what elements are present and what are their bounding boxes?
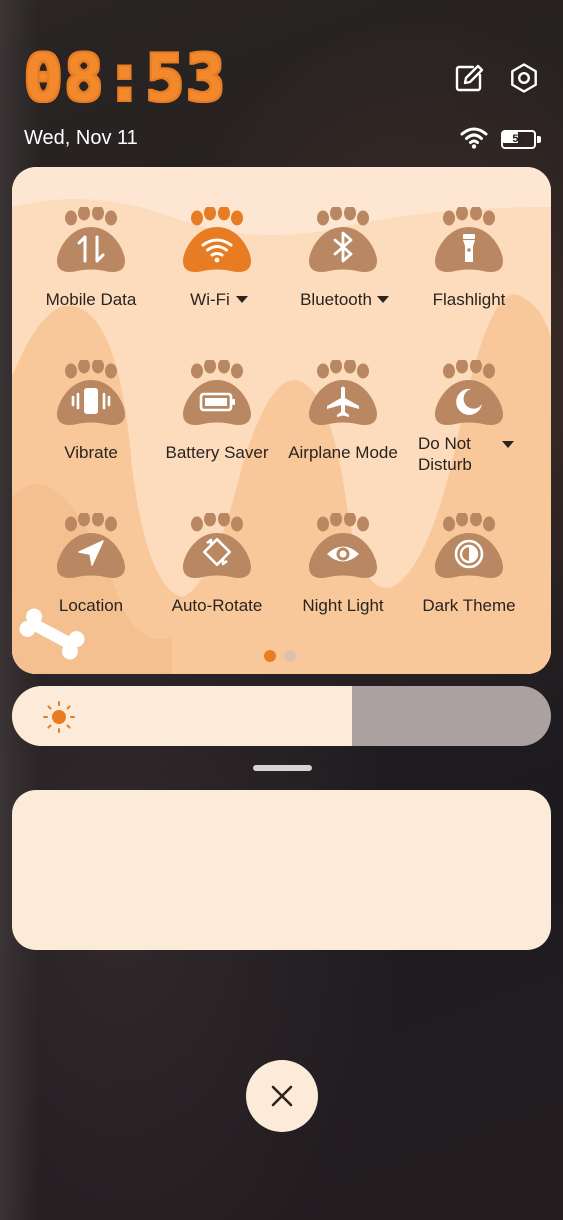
battery-cap	[537, 136, 541, 143]
night-light-paw[interactable]	[307, 513, 379, 581]
media-card	[12, 790, 551, 950]
battery-saver-paw[interactable]	[181, 360, 253, 428]
tile-flashlight[interactable]: Flashlight	[406, 172, 532, 312]
page-dot-active[interactable]	[264, 650, 276, 662]
auto-rotate-paw[interactable]	[181, 513, 253, 581]
bone-decoration	[19, 608, 85, 660]
edit-icon[interactable]	[453, 62, 485, 94]
tile-mobile-data[interactable]: Mobile Data	[28, 172, 154, 312]
tile-label: Night Light	[302, 596, 384, 615]
tile-night-light[interactable]: Night Light	[280, 478, 406, 618]
flashlight-paw[interactable]	[433, 207, 505, 275]
tile-label: Do Not Disturb	[418, 434, 472, 474]
bluetooth-paw[interactable]	[307, 207, 379, 275]
dark-theme-icon	[454, 539, 484, 569]
page-indicator	[258, 650, 302, 662]
date: Wed, Nov 11	[24, 127, 138, 149]
tile-label: Vibrate	[64, 443, 118, 462]
tile-auto-rotate[interactable]: Auto-Rotate	[154, 478, 280, 618]
wifi-paw[interactable]	[181, 207, 253, 275]
page-dot[interactable]	[284, 650, 296, 662]
tile-battery-saver[interactable]: Battery Saver	[154, 325, 280, 465]
location-paw[interactable]	[55, 513, 127, 581]
tile-location[interactable]: Location	[28, 478, 154, 618]
tile-airplane-mode[interactable]: Airplane Mode	[280, 325, 406, 465]
tile-wifi[interactable]: Wi-Fi	[154, 172, 280, 312]
tile-do-not-disturb[interactable]: Do Not Disturb	[406, 325, 532, 474]
dark-theme-paw[interactable]	[433, 513, 505, 581]
dnd-paw[interactable]	[433, 360, 505, 428]
mobile-data-paw[interactable]	[55, 207, 127, 275]
vibrate-paw[interactable]	[55, 360, 127, 428]
tile-label: Mobile Data	[45, 290, 137, 309]
tile-label: Wi-Fi	[190, 290, 230, 309]
sun-icon	[43, 701, 75, 733]
close-icon[interactable]	[270, 1084, 294, 1108]
tile-label: Battery Saver	[165, 443, 269, 462]
tile-bluetooth[interactable]: Bluetooth	[280, 172, 406, 312]
tile-vibrate[interactable]: Vibrate	[28, 325, 154, 465]
drag-handle[interactable]	[253, 765, 312, 771]
battery-level: 50	[512, 133, 525, 145]
settings-icon[interactable]	[508, 62, 540, 94]
wifi-dropdown-caret-icon[interactable]	[236, 296, 248, 303]
close-button[interactable]	[246, 1060, 318, 1132]
battery-indicator: 50	[501, 130, 541, 149]
quick-settings-panel: Mobile Data Wi-Fi Bluetooth Flashlight V…	[12, 167, 551, 674]
tile-dark-theme[interactable]: Dark Theme	[406, 478, 532, 618]
tile-label: Airplane Mode	[288, 443, 398, 462]
clock-text: 08:53	[24, 44, 227, 110]
dnd-dropdown-caret-icon[interactable]	[502, 441, 514, 448]
airplane-paw[interactable]	[307, 360, 379, 428]
wifi-status-icon	[460, 127, 488, 149]
tile-label: Dark Theme	[422, 596, 516, 615]
tile-label: Flashlight	[432, 290, 506, 309]
brightness-slider[interactable]	[12, 686, 551, 746]
tile-label: Auto-Rotate	[171, 596, 263, 615]
bluetooth-dropdown-caret-icon[interactable]	[377, 296, 389, 303]
clock: 08:53 08:53	[24, 44, 227, 110]
